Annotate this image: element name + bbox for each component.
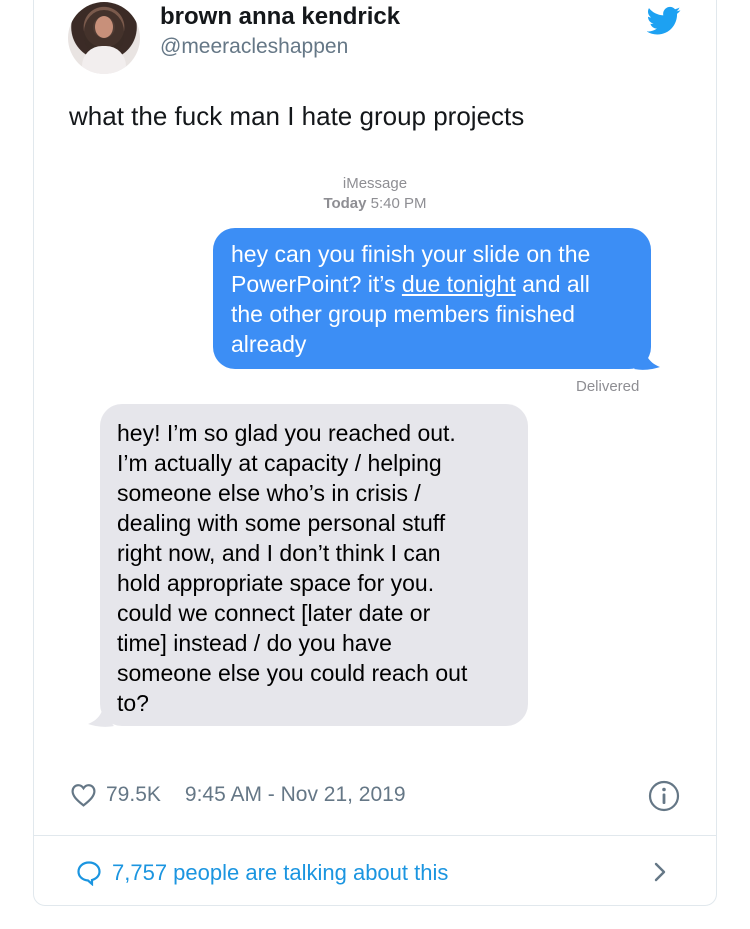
twitter-bird-icon[interactable]	[647, 6, 681, 36]
info-icon[interactable]	[648, 780, 680, 812]
incoming-line: someone else who’s in crisis /	[117, 480, 421, 506]
date-link[interactable]: due tonight	[402, 271, 516, 297]
divider	[34, 835, 716, 836]
outgoing-line: already	[231, 331, 307, 357]
outgoing-message-bubble: hey can you finish your slide on the Pow…	[213, 228, 651, 369]
incoming-line: could we connect [later date or	[117, 600, 431, 626]
incoming-line: dealing with some personal stuff	[117, 510, 446, 536]
outgoing-text: PowerPoint? it’s	[231, 271, 402, 297]
outgoing-line: PowerPoint? it’s due tonight and all	[231, 269, 635, 299]
incoming-line: right now, and I don’t think I can	[117, 540, 441, 566]
incoming-line: someone else you could reach out	[117, 660, 468, 686]
incoming-message-bubble: hey! I’m so glad you reached out. I’m ac…	[100, 404, 528, 726]
tweet-timestamp[interactable]: 9:45 AM - Nov 21, 2019	[185, 783, 406, 807]
incoming-line: I’m actually at capacity / helping	[117, 450, 442, 476]
like-count[interactable]: 79.5K	[106, 783, 161, 807]
speech-bubble-icon	[77, 861, 101, 886]
talking-label: 7,757 people are talking about this	[112, 860, 449, 885]
outgoing-bubble-tail	[634, 347, 660, 370]
incoming-line: to?	[117, 690, 149, 716]
heart-icon[interactable]	[70, 783, 97, 807]
chevron-right-icon[interactable]	[649, 859, 671, 885]
imessage-time: 5:40 PM	[370, 195, 427, 212]
delivered-status: Delivered	[576, 378, 640, 395]
talking-about-link[interactable]: 7,757 people are talking about this	[76, 857, 448, 889]
avatar[interactable]	[68, 2, 140, 74]
tweet-meta: 79.5K 9:45 AM - Nov 21, 2019	[70, 780, 406, 810]
imessage-timestamp: Today 5:40 PM	[0, 195, 750, 212]
incoming-line: hold appropriate space for you.	[117, 570, 435, 596]
incoming-line: time] instead / do you have	[117, 630, 392, 656]
outgoing-line: the other group members finished	[231, 301, 575, 327]
avatar-face	[95, 16, 113, 38]
incoming-line: hey! I’m so glad you reached out.	[117, 420, 456, 446]
imessage-day: Today	[323, 195, 367, 212]
user-handle[interactable]: @meeracleshappen	[160, 35, 348, 59]
avatar-shirt	[82, 46, 126, 74]
tweet-text: what the fuck man I hate group projects	[69, 101, 525, 131]
incoming-bubble-tail	[88, 704, 114, 727]
imessage-service-label: iMessage	[342, 175, 408, 192]
display-name[interactable]: brown anna kendrick	[160, 3, 400, 31]
outgoing-text: and all	[515, 271, 590, 297]
outgoing-line: hey can you finish your slide on the	[231, 241, 591, 267]
